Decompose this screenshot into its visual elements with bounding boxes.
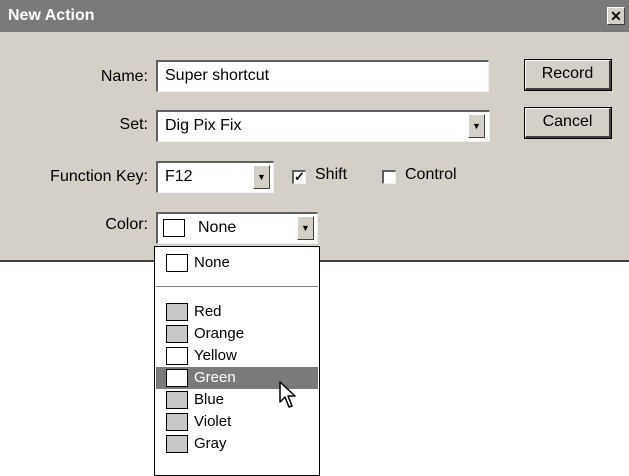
color-option-label: Violet: [194, 413, 232, 430]
name-input[interactable]: Super shortcut: [156, 60, 489, 92]
color-option-none[interactable]: None: [156, 252, 318, 274]
color-label: Color:: [105, 216, 148, 233]
color-option-orange[interactable]: Orange: [156, 323, 318, 345]
color-swatch: [166, 303, 188, 321]
color-swatch: [166, 391, 188, 409]
mouse-pointer-icon: [279, 381, 296, 408]
color-dropdown-list: None Red Orange Yellow Green Blue Violet…: [154, 246, 320, 476]
color-dropdown-chevron-down-icon[interactable]: ▼: [297, 216, 314, 240]
color-option-label: None: [194, 254, 230, 271]
name-label: Name:: [100, 68, 148, 85]
color-swatch: [166, 413, 188, 431]
control-label[interactable]: Control: [405, 166, 457, 184]
title-bar: New Action ✕: [0, 0, 629, 32]
new-action-dialog: New Action ✕ Name: Super shortcut Record…: [0, 0, 629, 262]
window-title: New Action: [8, 7, 95, 24]
set-select[interactable]: Dig Pix Fix: [156, 110, 490, 142]
separator: [156, 286, 318, 287]
color-option-label: Green: [194, 369, 236, 386]
color-swatch: [166, 435, 188, 453]
cancel-button[interactable]: Cancel: [524, 107, 612, 139]
color-select-value: None: [198, 219, 237, 236]
function-key-value: F12: [165, 168, 193, 185]
color-option-label: Yellow: [194, 347, 237, 364]
shift-checkbox[interactable]: ✓: [292, 170, 306, 184]
shift-label[interactable]: Shift: [315, 166, 347, 184]
record-button[interactable]: Record: [524, 59, 612, 91]
function-key-chevron-down-icon[interactable]: ▼: [253, 165, 270, 189]
color-option-gray[interactable]: Gray: [156, 433, 318, 455]
function-key-label: Function Key:: [50, 168, 148, 185]
control-checkbox[interactable]: [382, 170, 396, 184]
color-swatch: [166, 254, 188, 272]
color-swatch: [166, 369, 188, 387]
color-option-label: Orange: [194, 325, 245, 342]
set-select-value: Dig Pix Fix: [165, 117, 242, 134]
color-option-yellow[interactable]: Yellow: [156, 345, 318, 367]
close-icon[interactable]: ✕: [607, 7, 625, 25]
color-swatch: [166, 325, 188, 343]
set-label: Set:: [119, 116, 148, 133]
color-select-swatch: [163, 219, 185, 237]
color-option-label: Red: [194, 303, 222, 320]
set-dropdown-chevron-down-icon[interactable]: ▼: [468, 114, 485, 138]
color-option-violet[interactable]: Violet: [156, 411, 318, 433]
color-option-label: Gray: [194, 435, 227, 452]
color-option-label: Blue: [194, 391, 225, 408]
color-swatch: [166, 347, 188, 365]
color-option-red[interactable]: Red: [156, 301, 318, 323]
